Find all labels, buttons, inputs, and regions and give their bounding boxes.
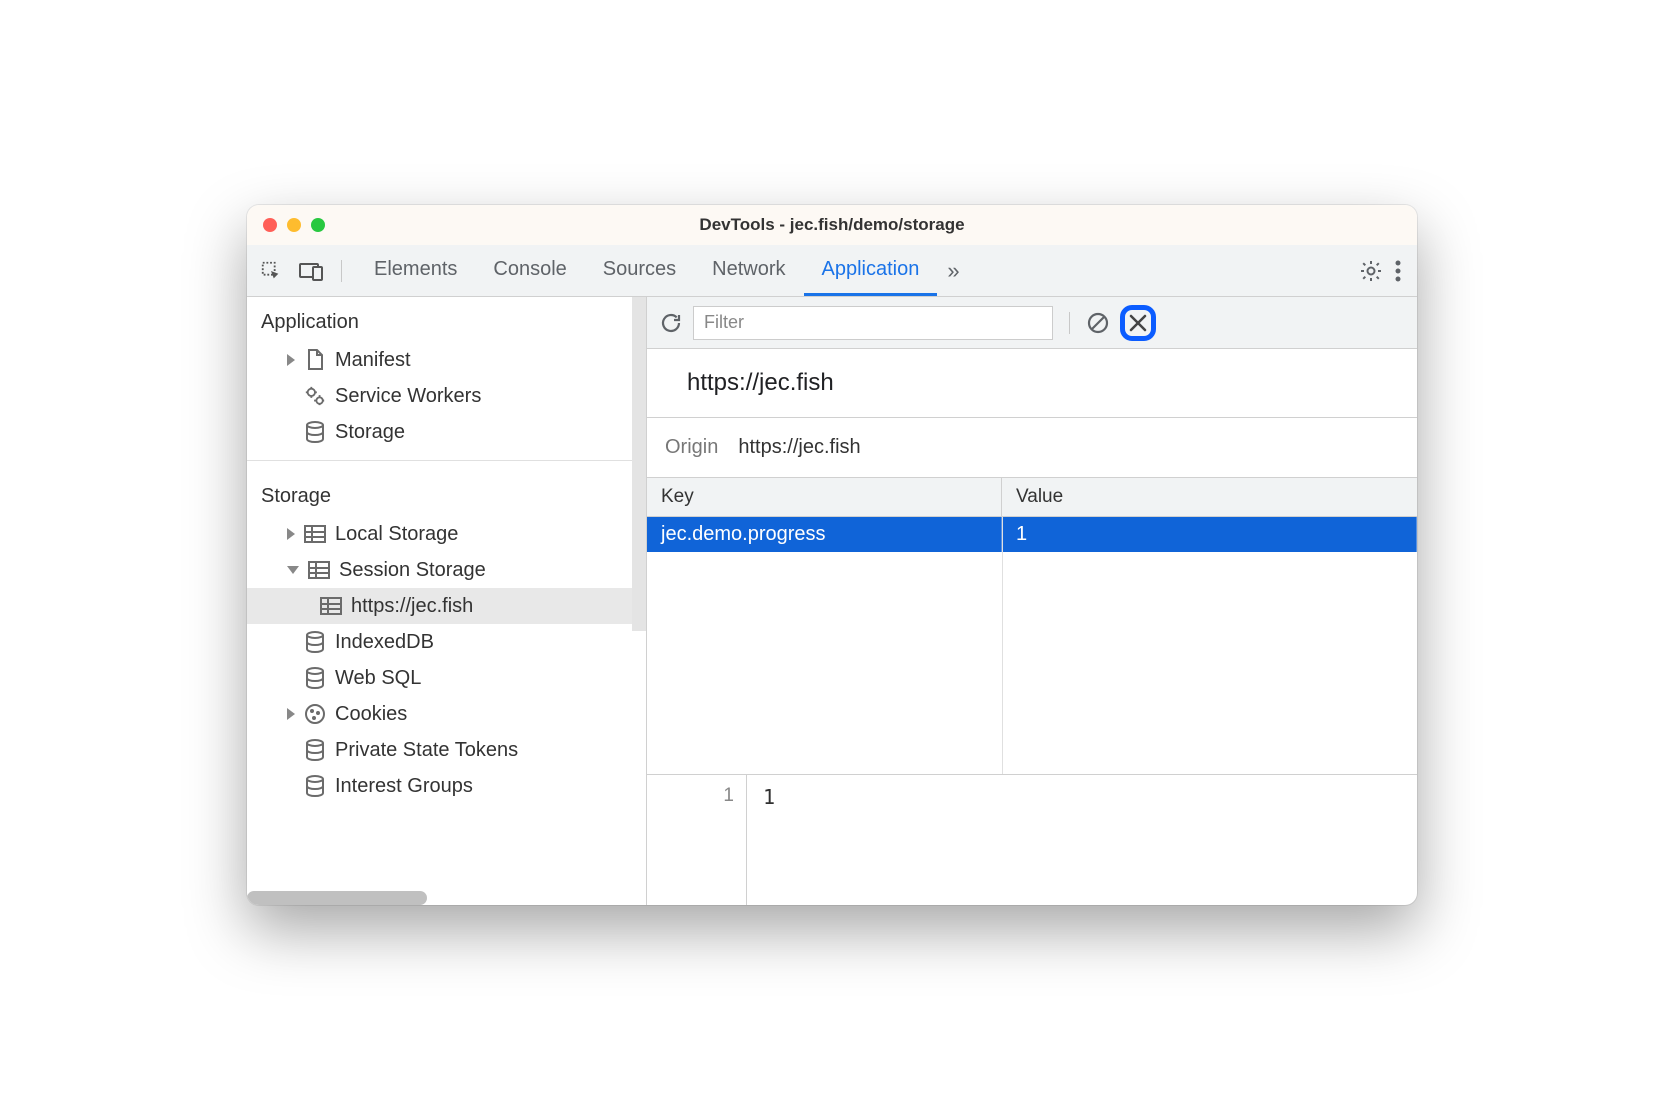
origin-value: https://jec.fish (738, 436, 860, 459)
preview-content: 1 (747, 775, 1417, 905)
separator (1069, 312, 1070, 334)
sidebar-item-label: Session Storage (339, 559, 486, 582)
sidebar-item-interest-groups[interactable]: Interest Groups (247, 768, 646, 804)
sidebar-item-label: https://jec.fish (351, 595, 473, 618)
column-header-value[interactable]: Value (1002, 478, 1417, 516)
sidebar-item-manifest[interactable]: Manifest (247, 342, 646, 378)
sidebar-item-label: Manifest (335, 349, 411, 372)
disclosure-icon (287, 354, 295, 366)
table-icon (303, 522, 327, 546)
sidebar-item-session-storage-origin[interactable]: https://jec.fish (247, 588, 646, 624)
preview-line-number: 1 (647, 775, 747, 905)
sidebar-item-label: Private State Tokens (335, 739, 518, 762)
tab-console[interactable]: Console (475, 245, 584, 296)
spacer (287, 426, 295, 438)
table-header: Key Value (647, 478, 1417, 517)
sidebar-item-local-storage[interactable]: Local Storage (247, 516, 646, 552)
devtools-window: DevTools - jec.fish/demo/storage Element… (247, 205, 1417, 905)
origin-label: Origin (665, 436, 718, 459)
minimize-window-button[interactable] (287, 218, 301, 232)
table-row[interactable]: jec.demo.progress 1 (647, 517, 1417, 552)
delete-icon[interactable] (1127, 312, 1149, 334)
database-icon (303, 666, 327, 690)
cell-value: 1 (1002, 517, 1417, 552)
sidebar-item-label: IndexedDB (335, 631, 434, 654)
table-icon (319, 594, 343, 618)
filter-input[interactable] (693, 306, 1053, 340)
database-icon (303, 420, 327, 444)
device-toolbar-icon[interactable] (295, 255, 327, 287)
settings-icon[interactable] (1359, 259, 1383, 283)
sidebar-item-websql[interactable]: Web SQL (247, 660, 646, 696)
refresh-icon[interactable] (659, 311, 683, 335)
sidebar-section-storage: Storage (247, 471, 646, 516)
tab-elements[interactable]: Elements (356, 245, 475, 296)
disclosure-icon (287, 528, 295, 540)
table-body: jec.demo.progress 1 (647, 517, 1417, 774)
tab-application[interactable]: Application (804, 245, 938, 296)
tab-network[interactable]: Network (694, 245, 803, 296)
sidebar-item-label: Cookies (335, 703, 407, 726)
sidebar-item-private-state-tokens[interactable]: Private State Tokens (247, 732, 646, 768)
content-pane: https://jec.fish Origin https://jec.fish… (647, 297, 1417, 905)
sidebar-item-label: Web SQL (335, 667, 421, 690)
database-icon (303, 738, 327, 762)
titlebar: DevTools - jec.fish/demo/storage (247, 205, 1417, 245)
horizontal-scrollbar[interactable] (247, 891, 427, 905)
column-divider (1002, 517, 1003, 774)
sidebar-item-label: Storage (335, 421, 405, 444)
cookie-icon (303, 702, 327, 726)
sidebar-item-session-storage[interactable]: Session Storage (247, 552, 646, 588)
sidebar-item-cookies[interactable]: Cookies (247, 696, 646, 732)
content-toolbar (647, 297, 1417, 349)
vertical-scrollbar[interactable] (632, 297, 646, 631)
column-header-key[interactable]: Key (647, 478, 1002, 516)
sidebar-item-label: Interest Groups (335, 775, 473, 798)
inspect-element-icon[interactable] (255, 255, 287, 287)
sidebar-item-label: Local Storage (335, 523, 458, 546)
zoom-window-button[interactable] (311, 218, 325, 232)
sidebar-item-storage[interactable]: Storage (247, 414, 646, 450)
sidebar-item-indexeddb[interactable]: IndexedDB (247, 624, 646, 660)
origin-title: https://jec.fish (647, 349, 1417, 418)
tabbar: Elements Console Sources Network Applica… (247, 245, 1417, 297)
storage-table: Key Value jec.demo.progress 1 (647, 478, 1417, 775)
more-menu-icon[interactable] (1395, 260, 1401, 282)
disclosure-icon (287, 566, 299, 574)
highlighted-delete-button (1120, 305, 1156, 341)
divider (247, 460, 646, 461)
sidebar[interactable]: Application Manifest Service Workers (247, 297, 647, 905)
table-icon (307, 558, 331, 582)
origin-row: Origin https://jec.fish (647, 418, 1417, 478)
spacer (287, 390, 295, 402)
tab-list: Elements Console Sources Network Applica… (356, 245, 970, 296)
tabs-overflow-button[interactable]: » (937, 245, 969, 296)
tab-sources[interactable]: Sources (585, 245, 694, 296)
separator (341, 260, 342, 282)
gears-icon (303, 384, 327, 408)
cell-key: jec.demo.progress (647, 517, 1002, 552)
main-area: Application Manifest Service Workers (247, 297, 1417, 905)
sidebar-item-label: Service Workers (335, 385, 481, 408)
window-title: DevTools - jec.fish/demo/storage (263, 215, 1401, 235)
traffic-lights (263, 218, 325, 232)
document-icon (303, 348, 327, 372)
database-icon (303, 774, 327, 798)
sidebar-item-service-workers[interactable]: Service Workers (247, 378, 646, 414)
spacer (287, 672, 295, 684)
value-preview: 1 1 (647, 775, 1417, 905)
disclosure-icon (287, 708, 295, 720)
spacer (287, 780, 295, 792)
sidebar-section-application: Application (247, 297, 646, 342)
spacer (287, 744, 295, 756)
spacer (287, 636, 295, 648)
clear-all-icon[interactable] (1086, 311, 1110, 335)
close-window-button[interactable] (263, 218, 277, 232)
database-icon (303, 630, 327, 654)
